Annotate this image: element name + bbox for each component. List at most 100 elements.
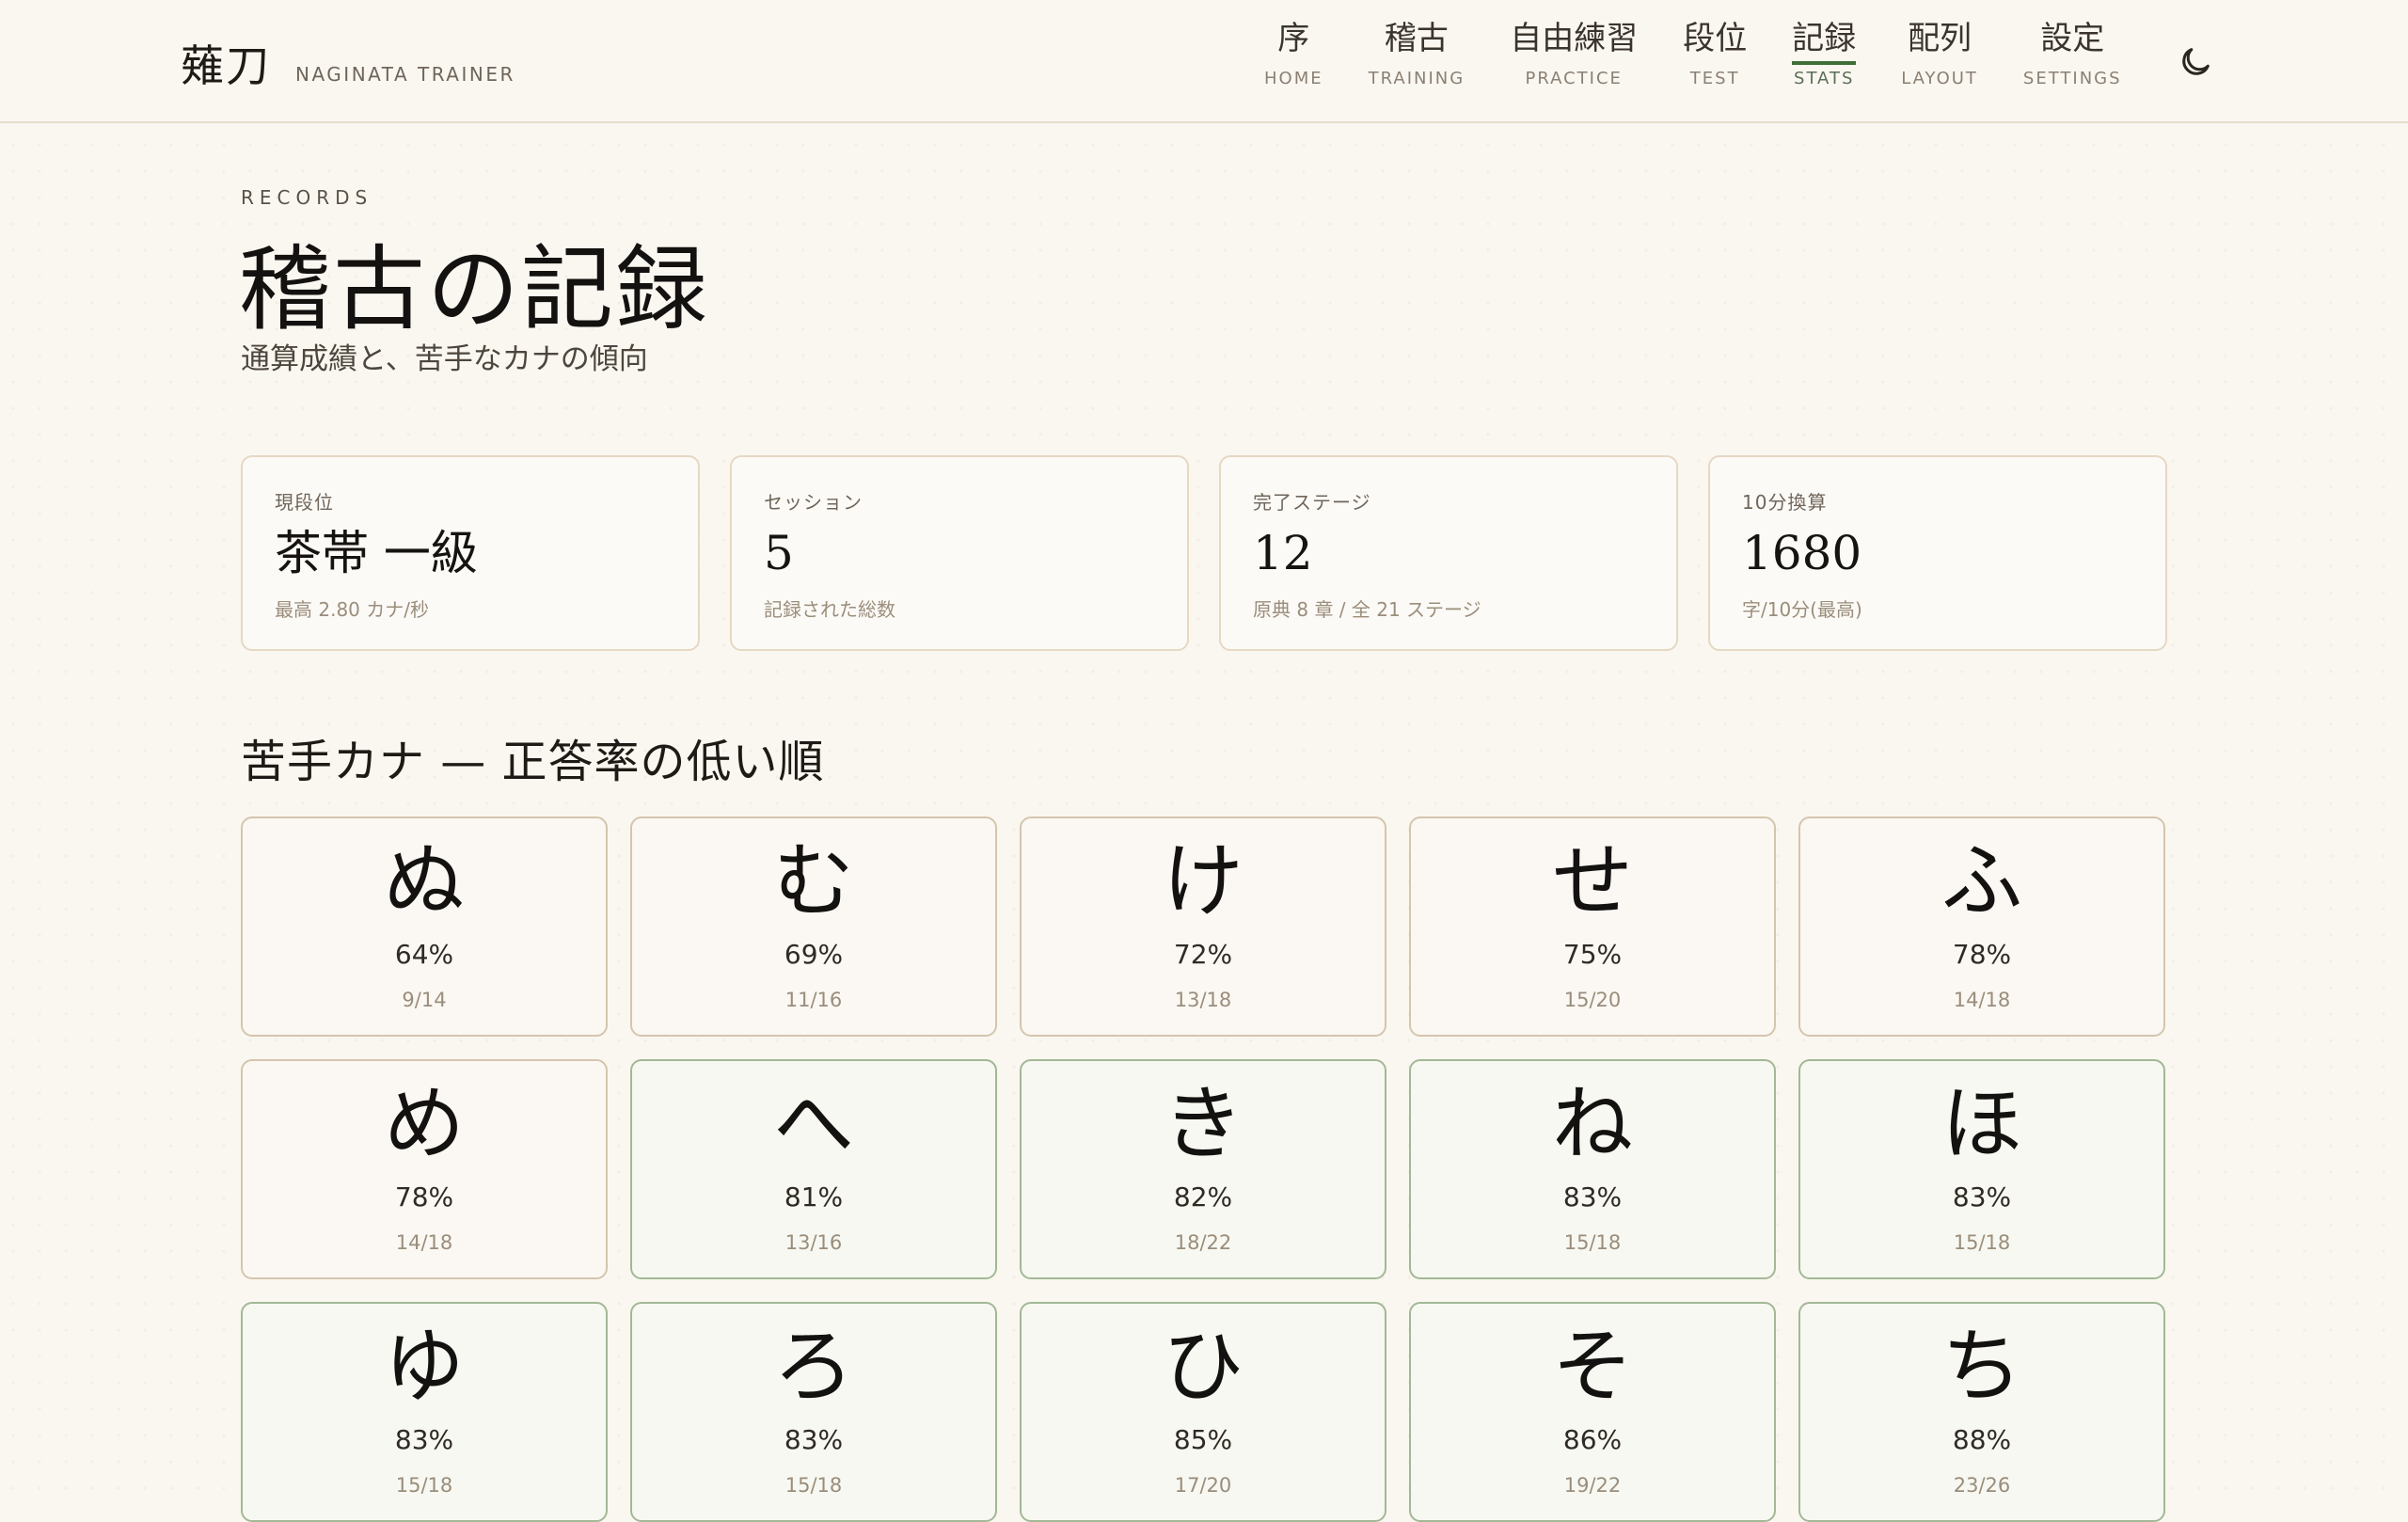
kana-accuracy: 83% bbox=[1562, 1181, 1623, 1213]
kana-card[interactable]: ゆ 83% 15/18 bbox=[241, 1302, 608, 1522]
stat-value: 5 bbox=[764, 526, 794, 580]
nav-label-jp: 序 bbox=[1277, 20, 1310, 57]
kana-count: 13/16 bbox=[784, 1231, 843, 1254]
kana-card[interactable]: ぬ 64% 9/14 bbox=[241, 816, 608, 1037]
kana-char: そ bbox=[1552, 1320, 1633, 1414]
kana-char: ひ bbox=[1163, 1320, 1244, 1414]
stat-card-rank: 現段位 茶帯 一級 最高 2.80 カナ/秒 bbox=[241, 455, 700, 651]
kana-accuracy: 78% bbox=[394, 1181, 454, 1213]
nav-label-jp: 記録 bbox=[1792, 20, 1857, 66]
moon-icon bbox=[2182, 48, 2210, 75]
kana-accuracy: 64% bbox=[394, 939, 454, 970]
kana-char: め bbox=[384, 1077, 465, 1171]
kana-card[interactable]: ち 88% 23/26 bbox=[1798, 1302, 2165, 1522]
kana-count: 14/18 bbox=[395, 1231, 453, 1254]
nav-label-en: TEST bbox=[1689, 69, 1740, 89]
nav-label-en: TRAINING bbox=[1368, 69, 1465, 89]
kana-char: ほ bbox=[1941, 1077, 2022, 1171]
kana-count: 19/22 bbox=[1563, 1474, 1622, 1497]
kana-char: ち bbox=[1941, 1320, 2022, 1414]
kana-card[interactable]: ひ 85% 17/20 bbox=[1020, 1302, 1386, 1522]
kana-accuracy: 78% bbox=[1952, 939, 2012, 970]
kana-card[interactable]: む 69% 11/16 bbox=[630, 816, 997, 1037]
nav-item-layout[interactable]: 配列 LAYOUT bbox=[1901, 20, 1978, 89]
nav-label-en: STATS bbox=[1794, 69, 1855, 89]
kana-accuracy: 75% bbox=[1562, 939, 1623, 970]
kana-card[interactable]: ね 83% 15/18 bbox=[1409, 1059, 1776, 1279]
kana-char: ぬ bbox=[384, 834, 465, 928]
stat-note: 原典 8 章 / 全 21 ステージ bbox=[1253, 598, 1481, 621]
kana-card[interactable]: ほ 83% 15/18 bbox=[1798, 1059, 2165, 1279]
kana-accuracy: 72% bbox=[1173, 939, 1233, 970]
brand[interactable]: 薙刀 NAGINATA TRAINER bbox=[181, 32, 515, 94]
stat-card-stages: 完了ステージ 12 原典 8 章 / 全 21 ステージ bbox=[1219, 455, 1678, 651]
weak-kana-grid: ぬ 64% 9/14 む 69% 11/16 け 72% 13/18 せ 75%… bbox=[241, 816, 2165, 1522]
kana-count: 18/22 bbox=[1174, 1231, 1232, 1254]
stat-value: 1680 bbox=[1742, 526, 1862, 580]
kana-card[interactable]: ろ 83% 15/18 bbox=[630, 1302, 997, 1522]
kana-char: へ bbox=[773, 1077, 854, 1171]
stat-label: セッション bbox=[764, 491, 863, 514]
kana-count: 15/18 bbox=[784, 1474, 843, 1497]
kana-card[interactable]: せ 75% 15/20 bbox=[1409, 816, 1776, 1037]
kana-char: け bbox=[1163, 834, 1244, 928]
kana-card[interactable]: き 82% 18/22 bbox=[1020, 1059, 1386, 1279]
nav-label-jp: 段位 bbox=[1683, 20, 1748, 57]
kana-accuracy: 83% bbox=[394, 1424, 454, 1455]
nav-item-stats[interactable]: 記録 STATS bbox=[1792, 20, 1857, 89]
kana-card[interactable]: め 78% 14/18 bbox=[241, 1059, 608, 1279]
kana-accuracy: 86% bbox=[1562, 1424, 1623, 1455]
page-eyebrow: RECORDS bbox=[241, 186, 373, 209]
stat-value: 茶帯 一級 bbox=[275, 526, 478, 580]
kana-char: む bbox=[773, 834, 854, 928]
nav-item-settings[interactable]: 設定 SETTINGS bbox=[2022, 20, 2122, 89]
kana-count: 9/14 bbox=[402, 989, 447, 1011]
kana-accuracy: 81% bbox=[784, 1181, 844, 1213]
stat-card-sessions: セッション 5 記録された総数 bbox=[730, 455, 1189, 651]
theme-toggle-button[interactable] bbox=[2177, 43, 2214, 81]
nav-label-en: LAYOUT bbox=[1901, 69, 1978, 89]
nav-label-en: PRACTICE bbox=[1525, 69, 1623, 89]
kana-accuracy: 85% bbox=[1173, 1424, 1233, 1455]
weak-kana-heading: 苦手カナ — 正答率の低い順 bbox=[241, 736, 825, 788]
kana-count: 15/20 bbox=[1563, 989, 1622, 1011]
kana-char: ね bbox=[1552, 1077, 1633, 1171]
stat-note: 最高 2.80 カナ/秒 bbox=[275, 598, 429, 621]
kana-card[interactable]: け 72% 13/18 bbox=[1020, 816, 1386, 1037]
stat-label: 現段位 bbox=[275, 491, 334, 514]
nav-label-jp: 自由練習 bbox=[1510, 20, 1639, 57]
nav-label-en: HOME bbox=[1264, 69, 1323, 89]
kana-accuracy: 69% bbox=[784, 939, 844, 970]
nav-label-en: SETTINGS bbox=[2022, 69, 2122, 89]
stat-label: 完了ステージ bbox=[1253, 491, 1371, 514]
kana-card[interactable]: ふ 78% 14/18 bbox=[1798, 816, 2165, 1037]
nav-item-training[interactable]: 稽古 TRAINING bbox=[1368, 20, 1465, 89]
stat-note: 記録された総数 bbox=[764, 598, 895, 621]
stat-label: 10分換算 bbox=[1742, 491, 1828, 514]
kana-card[interactable]: へ 81% 13/16 bbox=[630, 1059, 997, 1279]
nav-item-practice[interactable]: 自由練習 PRACTICE bbox=[1510, 20, 1639, 89]
kana-count: 14/18 bbox=[1953, 989, 2011, 1011]
kana-accuracy: 82% bbox=[1173, 1181, 1233, 1213]
stat-note: 字/10分(最高) bbox=[1742, 598, 1862, 621]
kana-count: 15/18 bbox=[1563, 1231, 1622, 1254]
kana-count: 11/16 bbox=[784, 989, 843, 1011]
stat-card-speed: 10分換算 1680 字/10分(最高) bbox=[1708, 455, 2167, 651]
kana-accuracy: 83% bbox=[1952, 1181, 2012, 1213]
kana-count: 13/18 bbox=[1174, 989, 1232, 1011]
nav-item-test[interactable]: 段位 TEST bbox=[1683, 20, 1748, 89]
page-subtitle: 通算成績と、苦手なカナの傾向 bbox=[241, 342, 648, 376]
nav-item-home[interactable]: 序 HOME bbox=[1264, 20, 1323, 89]
kana-accuracy: 83% bbox=[784, 1424, 844, 1455]
nav-label-jp: 稽古 bbox=[1384, 20, 1449, 57]
kana-char: ろ bbox=[773, 1320, 854, 1414]
kana-card[interactable]: そ 86% 19/22 bbox=[1409, 1302, 1776, 1522]
summary-stats: 現段位 茶帯 一級 最高 2.80 カナ/秒 セッション 5 記録された総数 完… bbox=[241, 455, 2167, 651]
kana-count: 23/26 bbox=[1953, 1474, 2011, 1497]
page-title: 稽古の記録 bbox=[239, 236, 710, 343]
kana-count: 15/18 bbox=[395, 1474, 453, 1497]
brand-logo-text: 薙刀 bbox=[181, 40, 271, 91]
app-header: 薙刀 NAGINATA TRAINER 序 HOME 稽古 TRAINING 自… bbox=[0, 0, 2408, 123]
kana-char: ふ bbox=[1941, 834, 2022, 928]
kana-accuracy: 88% bbox=[1952, 1424, 2012, 1455]
